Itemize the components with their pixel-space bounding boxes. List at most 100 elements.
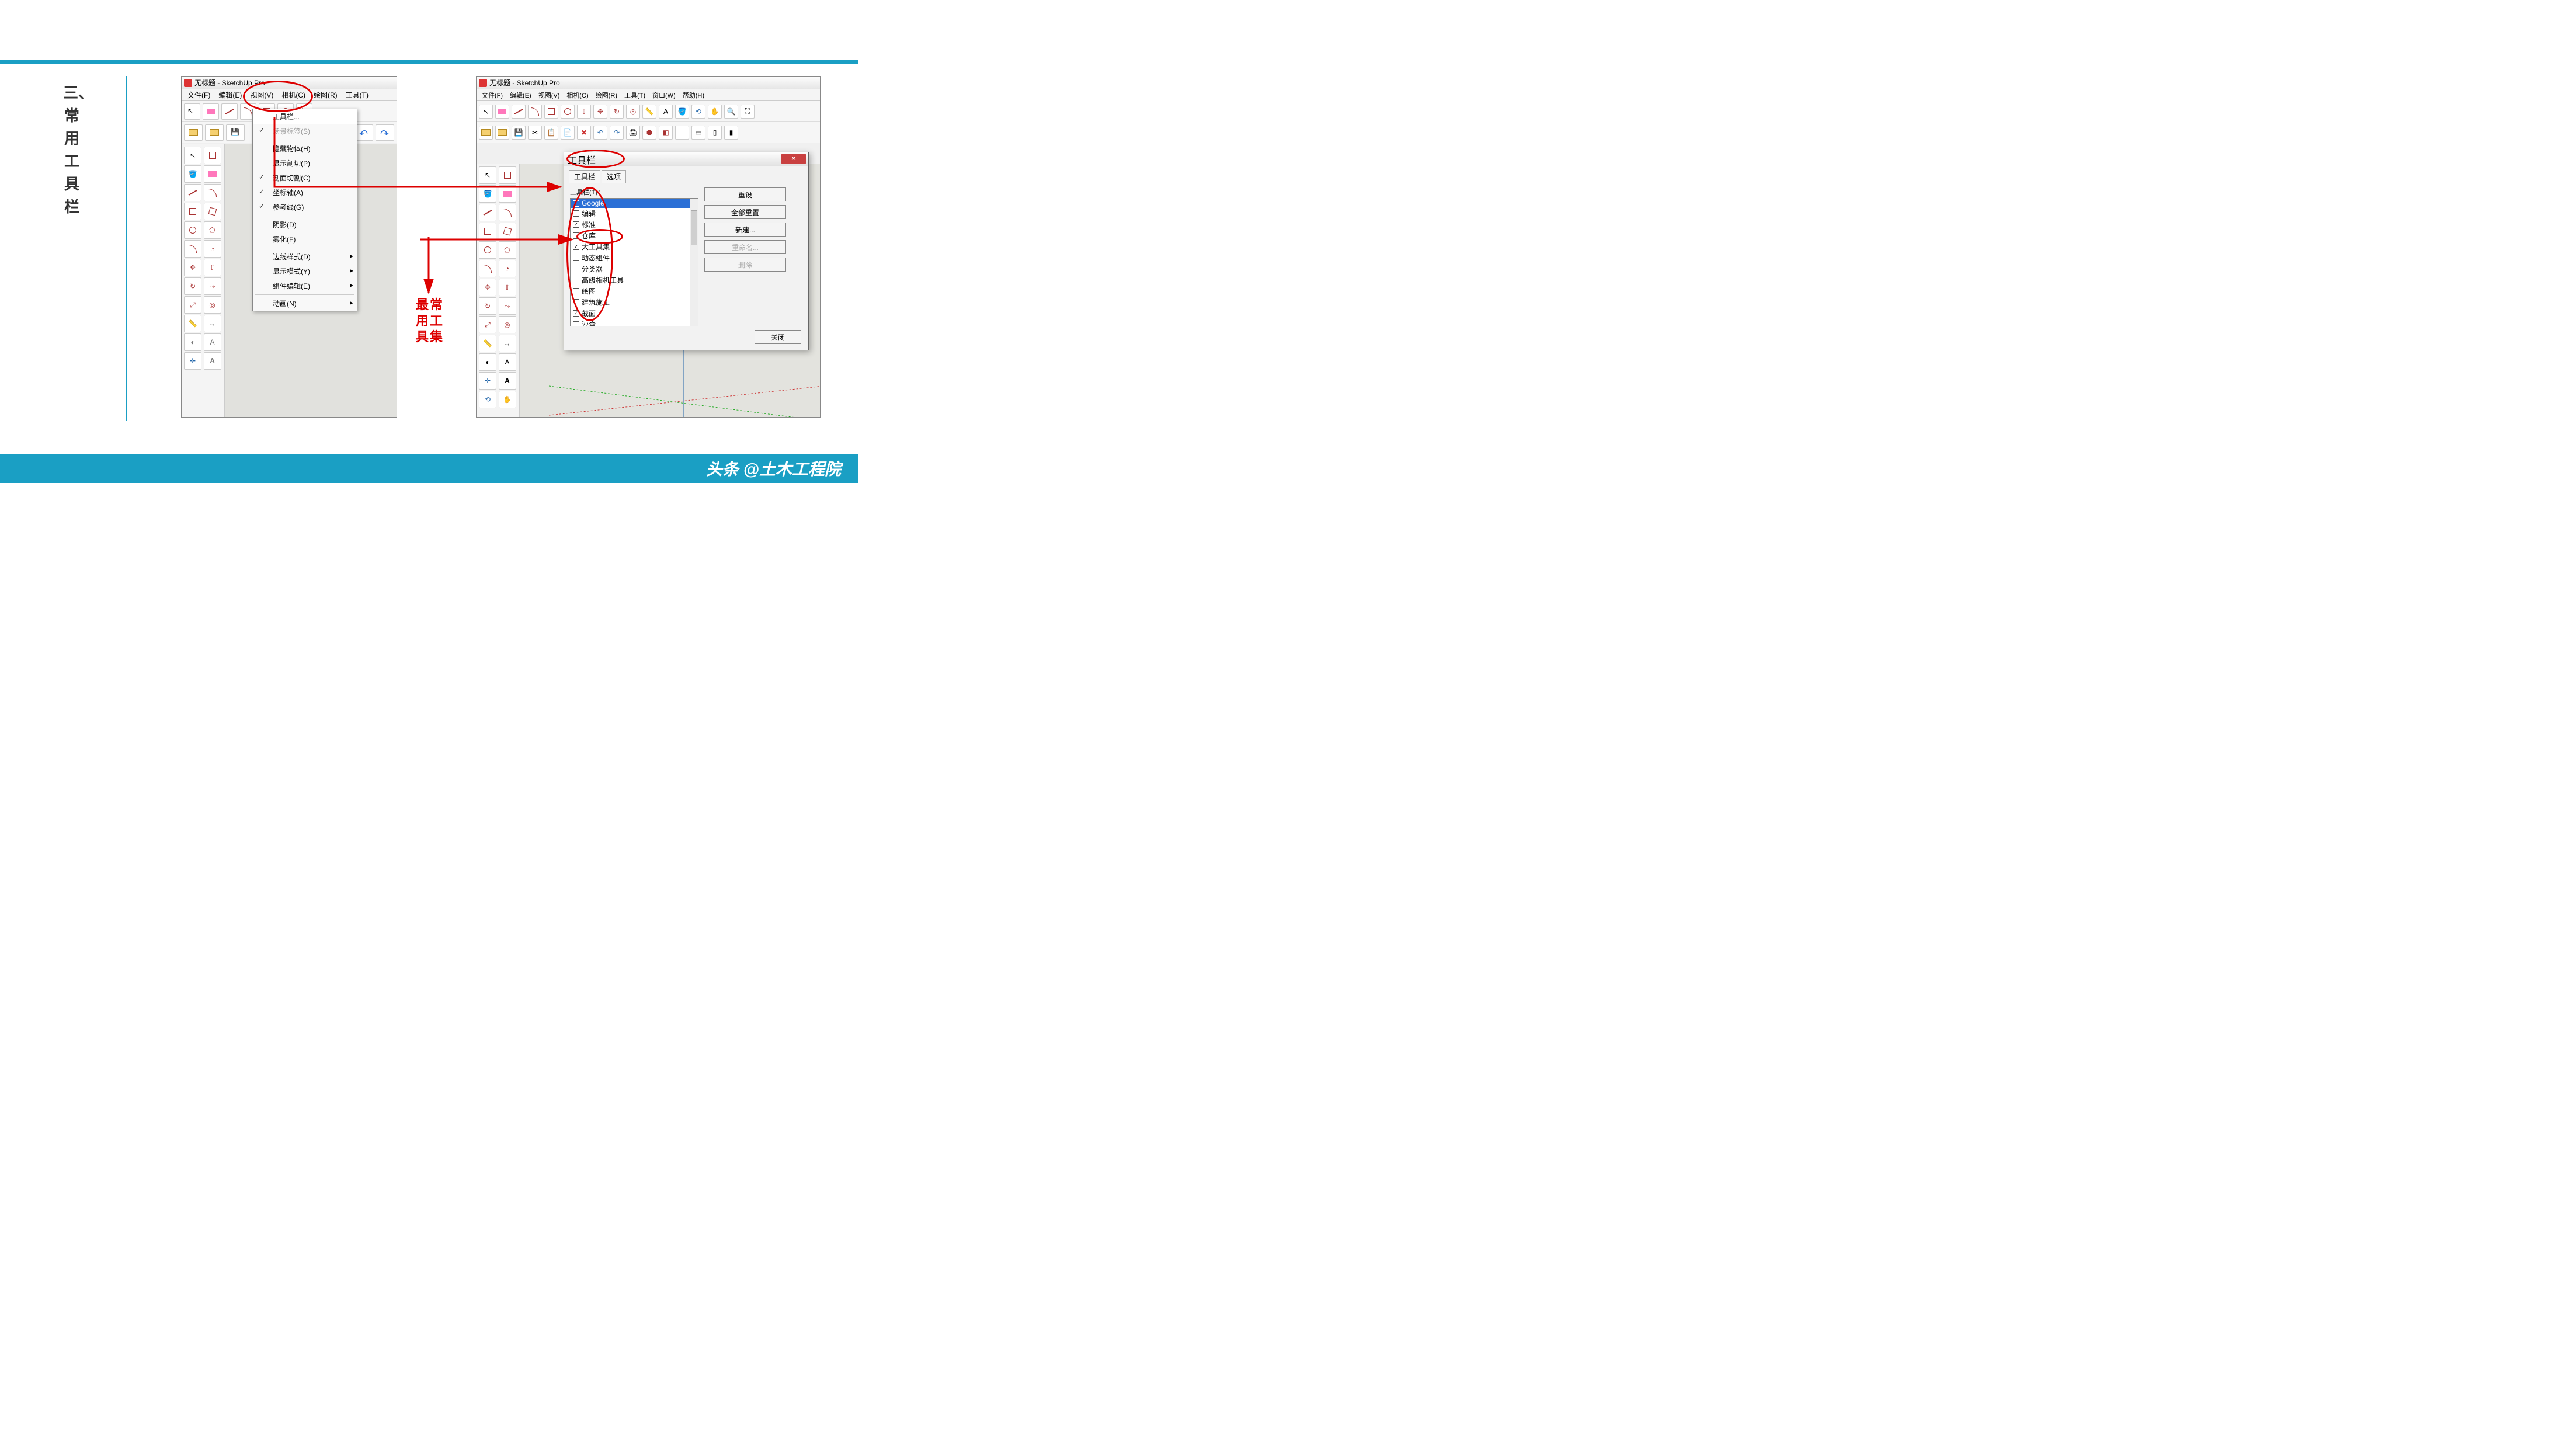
menu-help[interactable]: 帮助(H) bbox=[680, 90, 707, 100]
list-item[interactable]: 仓库 bbox=[571, 230, 698, 241]
zoom-tool[interactable]: 🔍 bbox=[724, 105, 738, 119]
polygon-icon[interactable]: ⬠ bbox=[499, 241, 516, 259]
offset-icon[interactable]: ◎ bbox=[204, 296, 221, 314]
pie-icon[interactable]: ◔ bbox=[499, 260, 516, 277]
menu-file[interactable]: 文件(F) bbox=[479, 90, 506, 100]
text-icon[interactable]: A bbox=[204, 333, 221, 351]
rotrect-icon[interactable] bbox=[499, 223, 516, 240]
move-tool[interactable]: ✥ bbox=[593, 105, 607, 119]
component-icon[interactable] bbox=[499, 166, 516, 184]
orbit-icon[interactable]: ⟲ bbox=[479, 391, 496, 408]
rect-icon[interactable] bbox=[479, 223, 496, 240]
top-button[interactable]: ▭ bbox=[691, 126, 705, 140]
menu-item[interactable]: 参考线(G) bbox=[253, 200, 357, 214]
freehand-icon[interactable] bbox=[204, 184, 221, 201]
menubar[interactable]: 文件(F) 编辑(E) 视图(V) 相机(C) 绘图(R) 工具(T) bbox=[182, 89, 397, 101]
scale-icon[interactable]: ⤢ bbox=[479, 316, 496, 333]
list-item[interactable]: 分类器 bbox=[571, 263, 698, 274]
rect-icon[interactable] bbox=[184, 203, 201, 220]
menu-item[interactable]: 组件编辑(E) bbox=[253, 279, 357, 293]
close-button[interactable]: 关闭 bbox=[755, 330, 801, 344]
menu-tools[interactable]: 工具(T) bbox=[621, 90, 648, 100]
menu-camera[interactable]: 相机(C) bbox=[278, 89, 309, 100]
menu-edit[interactable]: 编辑(E) bbox=[507, 90, 534, 100]
list-item[interactable]: 编辑 bbox=[571, 208, 698, 219]
tab-toolbars[interactable]: 工具栏 bbox=[569, 170, 600, 183]
circle-tool[interactable] bbox=[561, 105, 575, 119]
redo-button[interactable]: ↷ bbox=[376, 124, 394, 141]
model-button[interactable]: ⬢ bbox=[642, 126, 656, 140]
menu-item[interactable]: 场景标签(S) bbox=[253, 124, 357, 138]
checkbox[interactable]: ✓ bbox=[573, 221, 579, 228]
pushpull-icon[interactable]: ⇧ bbox=[204, 259, 221, 276]
arc-icon[interactable] bbox=[479, 260, 496, 277]
right-button[interactable]: ▮ bbox=[724, 126, 738, 140]
close-icon[interactable]: ✕ bbox=[781, 154, 806, 164]
save-file-button[interactable]: 💾 bbox=[226, 124, 245, 141]
scale-icon[interactable]: ⤢ bbox=[184, 296, 201, 314]
toolbar-listbox[interactable]: Google编辑✓标准仓库✓大工具集动态组件分类器高级相机工具绘图建筑施工✓截面… bbox=[570, 198, 698, 326]
menu-tools[interactable]: 工具(T) bbox=[342, 89, 372, 100]
list-item[interactable]: 沙盒 bbox=[571, 319, 698, 326]
undo-button[interactable]: ↶ bbox=[593, 126, 607, 140]
3dtext-icon[interactable]: 𝐀 bbox=[499, 372, 516, 390]
rect-tool[interactable] bbox=[544, 105, 558, 119]
dialog-titlebar[interactable]: 工具栏 ✕ bbox=[564, 152, 808, 166]
cut-button[interactable]: ✂ bbox=[528, 126, 542, 140]
checkbox[interactable] bbox=[573, 232, 579, 239]
rotate-icon[interactable]: ↻ bbox=[184, 277, 201, 295]
menu-item[interactable]: 坐标轴(A) bbox=[253, 185, 357, 200]
checkbox[interactable] bbox=[573, 299, 579, 305]
move-icon[interactable]: ✥ bbox=[479, 279, 496, 296]
eraser-tool[interactable] bbox=[203, 103, 219, 120]
menu-item[interactable]: 雾化(F) bbox=[253, 232, 357, 246]
3dtext-icon[interactable]: 𝐀 bbox=[204, 352, 221, 370]
tape-icon[interactable]: 📏 bbox=[184, 315, 201, 332]
offset-icon[interactable]: ◎ bbox=[499, 316, 516, 333]
checkbox[interactable] bbox=[573, 200, 579, 207]
redo-button[interactable]: ↷ bbox=[610, 126, 624, 140]
menu-view[interactable]: 视图(V) bbox=[246, 89, 277, 100]
list-item[interactable]: ✓截面 bbox=[571, 308, 698, 319]
menu-item[interactable]: 隐藏物体(H) bbox=[253, 141, 357, 156]
menu-window[interactable]: 窗口(W) bbox=[649, 90, 679, 100]
menu-edit[interactable]: 编辑(E) bbox=[215, 89, 245, 100]
eraser-icon[interactable] bbox=[204, 165, 221, 183]
reset-all-button[interactable]: 全部重置 bbox=[704, 205, 786, 219]
iso-button[interactable]: ◻ bbox=[675, 126, 689, 140]
menu-draw[interactable]: 绘图(R) bbox=[593, 90, 620, 100]
section-button[interactable]: ◧ bbox=[659, 126, 673, 140]
protractor-icon[interactable]: ◐ bbox=[479, 353, 496, 371]
list-item[interactable]: 动态组件 bbox=[571, 252, 698, 263]
checkbox[interactable] bbox=[573, 210, 579, 217]
menu-file[interactable]: 文件(F) bbox=[184, 89, 214, 100]
paint-icon[interactable]: 🪣 bbox=[479, 185, 496, 203]
select-tool[interactable]: ↖ bbox=[479, 105, 493, 119]
line-icon[interactable] bbox=[479, 204, 496, 221]
menu-item[interactable]: 阴影(D) bbox=[253, 217, 357, 232]
save-button[interactable]: 💾 bbox=[512, 126, 526, 140]
text-tool[interactable]: A bbox=[659, 105, 673, 119]
freehand-icon[interactable] bbox=[499, 204, 516, 221]
circle-icon[interactable] bbox=[479, 241, 496, 259]
delete-button[interactable]: ✖ bbox=[577, 126, 591, 140]
menu-item[interactable]: 边线样式(D) bbox=[253, 249, 357, 264]
copy-button[interactable]: 📋 bbox=[544, 126, 558, 140]
line-icon[interactable] bbox=[184, 184, 201, 201]
list-item[interactable]: 绘图 bbox=[571, 286, 698, 297]
pushpull-icon[interactable]: ⇧ bbox=[499, 279, 516, 296]
axes-icon[interactable]: ✛ bbox=[479, 372, 496, 390]
scrollbar[interactable] bbox=[690, 199, 698, 326]
scroll-thumb[interactable] bbox=[691, 210, 697, 245]
followme-icon[interactable]: ⤳ bbox=[499, 297, 516, 315]
orbit-tool[interactable]: ⟲ bbox=[691, 105, 705, 119]
checkbox[interactable] bbox=[573, 255, 579, 261]
axes-icon[interactable]: ✛ bbox=[184, 352, 201, 370]
circle-icon[interactable] bbox=[184, 221, 201, 239]
checkbox[interactable] bbox=[573, 321, 579, 326]
menubar[interactable]: 文件(F) 编辑(E) 视图(V) 相机(C) 绘图(R) 工具(T) 窗口(W… bbox=[477, 89, 820, 101]
list-item[interactable]: 建筑施工 bbox=[571, 297, 698, 308]
rotate-icon[interactable]: ↻ bbox=[479, 297, 496, 315]
list-item[interactable]: 高级相机工具 bbox=[571, 274, 698, 286]
paste-button[interactable]: 📄 bbox=[561, 126, 575, 140]
